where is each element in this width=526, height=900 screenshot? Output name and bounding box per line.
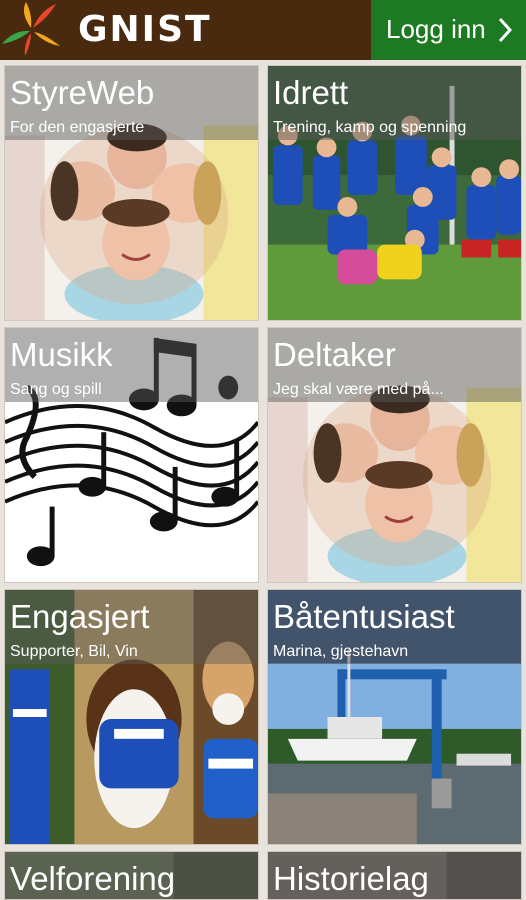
login-label: Logg inn xyxy=(386,14,486,44)
tile-subtitle: For den engasjerte xyxy=(10,119,145,136)
spark-logo-icon xyxy=(2,2,60,56)
tile-title: StyreWeb xyxy=(10,74,155,111)
tile-title: Velforening xyxy=(10,860,176,897)
tile-title: Historielag xyxy=(273,860,429,897)
tile-title: Idrett xyxy=(273,74,349,111)
app-header: GNIST Logg inn xyxy=(0,0,526,60)
app-logo-text: GNIST xyxy=(78,9,212,50)
tile-styreweb[interactable]: StyreWeb For den engasjerte xyxy=(4,65,259,321)
tile-subtitle: Sang og spill xyxy=(10,381,102,398)
login-button[interactable]: Logg inn xyxy=(371,0,526,60)
tile-idrett[interactable]: Idrett Trening, kamp og spenning xyxy=(267,65,522,321)
tile-batentusiast[interactable]: Båtentusiast Marina, gjestehavn xyxy=(267,589,522,845)
tile-musikk[interactable]: Musikk Sang og spill xyxy=(4,327,259,583)
tile-title: Båtentusiast xyxy=(273,598,455,635)
tile-title: Musikk xyxy=(10,336,113,373)
chevron-right-icon xyxy=(498,17,513,43)
tile-subtitle: Supporter, Bil, Vin xyxy=(10,643,138,660)
tile-velforening[interactable]: Velforening xyxy=(4,851,259,900)
tile-title: Deltaker xyxy=(273,336,396,373)
tile-subtitle: Marina, gjestehavn xyxy=(273,643,409,660)
tile-subtitle: Jeg skal være med på... xyxy=(273,381,444,398)
tile-engasjert[interactable]: Engasjert Supporter, Bil, Vin xyxy=(4,589,259,845)
tile-subtitle: Trening, kamp og spenning xyxy=(273,119,467,136)
tile-title: Engasjert xyxy=(10,598,150,635)
tile-deltaker[interactable]: Deltaker Jeg skal være med på... xyxy=(267,327,522,583)
tile-historielag[interactable]: Historielag xyxy=(267,851,522,900)
